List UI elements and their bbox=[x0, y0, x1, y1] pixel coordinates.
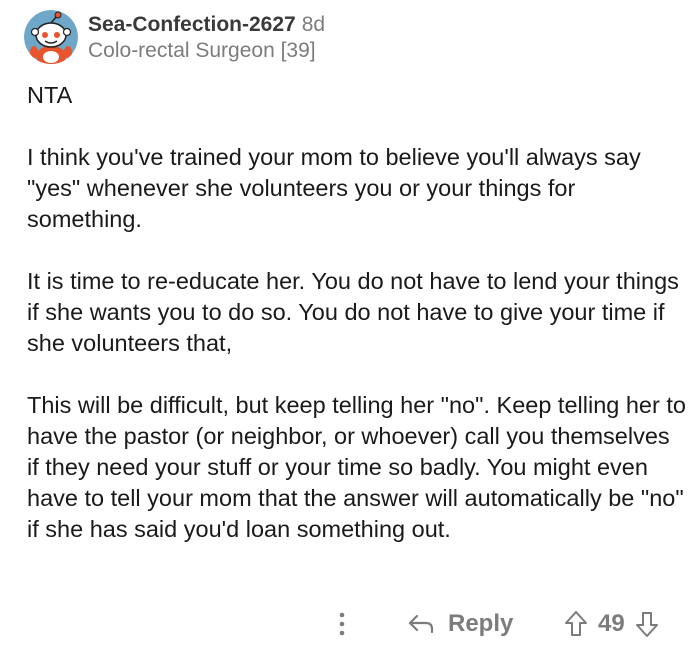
reply-label: Reply bbox=[448, 610, 514, 637]
snoo-avatar-icon bbox=[24, 10, 78, 64]
avatar[interactable] bbox=[24, 10, 78, 64]
comment-actions: Reply 49 bbox=[0, 606, 700, 642]
comment-paragraph: This will be difficult, but keep telling… bbox=[27, 392, 686, 542]
comment-paragraph: I think you've trained your mom to belie… bbox=[27, 144, 641, 232]
vote-controls: 49 bbox=[564, 606, 659, 642]
reply-button[interactable]: Reply bbox=[408, 606, 513, 642]
author-line: Sea-Confection-2627 8d bbox=[88, 12, 325, 38]
comment-header: Sea-Confection-2627 8d Colo-rectal Surge… bbox=[24, 10, 325, 66]
more-vertical-icon[interactable] bbox=[334, 610, 350, 638]
author-meta: Sea-Confection-2627 8d Colo-rectal Surge… bbox=[88, 10, 325, 64]
downvote-arrow-icon[interactable] bbox=[635, 610, 659, 638]
reply-arrow-icon bbox=[408, 614, 434, 634]
comment-age: 8d bbox=[301, 13, 326, 36]
comment-paragraph: It is time to re-educate her. You do not… bbox=[27, 268, 679, 356]
comment-body: NTA I think you've trained your mom to b… bbox=[27, 80, 687, 576]
user-flair: Colo-rectal Surgeon [39] bbox=[88, 39, 316, 62]
upvote-arrow-icon[interactable] bbox=[564, 610, 588, 638]
comment: Sea-Confection-2627 8d Colo-rectal Surge… bbox=[0, 0, 700, 653]
comment-paragraph: NTA bbox=[27, 82, 73, 108]
vote-score: 49 bbox=[598, 610, 625, 637]
username-link[interactable]: Sea-Confection-2627 bbox=[88, 12, 296, 38]
